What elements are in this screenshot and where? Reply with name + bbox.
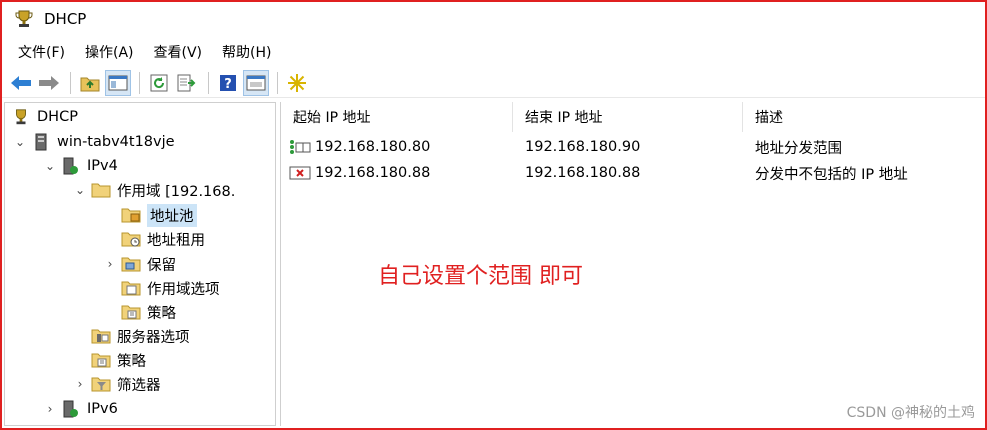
tree-item-label: 作用域选项	[147, 281, 220, 298]
tree-item-label: 筛选器	[117, 377, 161, 394]
tree-item-dhcp[interactable]: DHCP	[7, 105, 78, 129]
tree-item-address-leases[interactable]: 地址租用	[103, 227, 205, 251]
help-icon[interactable]: ?	[215, 70, 241, 96]
chevron-right-icon[interactable]: ›	[103, 257, 117, 271]
tree-item-label: 保留	[147, 257, 176, 274]
end-ip-text: 192.168.180.90	[525, 139, 641, 155]
column-header-description[interactable]: 描述	[743, 102, 984, 132]
tree-item-reservations[interactable]: › 保留	[103, 252, 176, 276]
description-text: 地址分发范围	[755, 140, 842, 157]
tree-item-label: DHCP	[37, 109, 78, 125]
tree-item-address-pool[interactable]: 地址池	[103, 203, 197, 227]
cell-start-ip: 192.168.180.88	[281, 160, 513, 186]
address-pool-icon	[121, 205, 141, 225]
toolbar-separator	[208, 71, 209, 94]
cell-start-ip: 192.168.180.80	[281, 134, 513, 160]
red-annotation-text: 自己设置个范围 即可	[378, 264, 583, 289]
column-header-start-ip[interactable]: 起始 IP 地址	[281, 102, 513, 132]
new-item-star-icon[interactable]	[284, 70, 310, 96]
chevron-down-icon[interactable]: ⌄	[73, 183, 87, 197]
scope-options-icon	[121, 278, 141, 298]
chevron-down-icon[interactable]: ⌄	[13, 135, 27, 149]
chevron-right-icon[interactable]: ›	[43, 402, 57, 416]
tree-item-scope-policies[interactable]: 策略	[103, 300, 176, 324]
tree-item-filters[interactable]: › 筛选器	[73, 372, 161, 396]
svg-text:?: ?	[224, 77, 232, 92]
tree-item-label: win-tabv4t18vje	[57, 134, 175, 150]
ipv4-icon	[61, 156, 81, 176]
toolbar-separator	[139, 71, 140, 94]
watermark: CSDN @神秘的土鸡	[846, 405, 975, 421]
list-item[interactable]: 192.168.180.88 192.168.180.88 分发中不包括的 IP…	[281, 160, 984, 186]
tree-item-label: 地址租用	[147, 232, 205, 249]
policy-icon	[91, 350, 111, 370]
toolbar-separator	[70, 71, 71, 94]
tree-item-ipv6[interactable]: › IPv6	[43, 397, 118, 421]
range-icon	[289, 139, 311, 155]
server-icon	[31, 132, 51, 152]
filter-icon	[91, 374, 111, 394]
tree-item-label: IPv6	[87, 401, 118, 417]
show-hide-tree-icon[interactable]	[105, 69, 131, 96]
refresh-icon[interactable]	[146, 70, 172, 96]
start-ip-text: 192.168.180.80	[315, 139, 431, 155]
tree-item-label: 策略	[117, 353, 146, 370]
start-ip-text: 192.168.180.88	[315, 165, 431, 181]
end-ip-text: 192.168.180.88	[525, 165, 641, 181]
tree-item-label: 作用域 [192.168.	[117, 183, 236, 200]
tree-item-policies[interactable]: 策略	[73, 348, 146, 372]
ipv6-icon	[61, 399, 81, 419]
dhcp-trophy-icon	[14, 9, 34, 29]
tree-item-label: IPv4	[87, 158, 118, 174]
tree-item-scope-options[interactable]: 作用域选项	[103, 276, 220, 300]
menu-help[interactable]: 帮助(H)	[212, 39, 281, 65]
lease-icon	[121, 229, 141, 249]
tree-item-scope[interactable]: ⌄ 作用域 [192.168.	[73, 178, 235, 202]
server-options-icon	[91, 326, 111, 346]
folder-icon	[91, 180, 111, 200]
menu-bar: 文件(F) 操作(A) 查看(V) 帮助(H)	[2, 38, 985, 66]
toolbar: ?	[2, 68, 985, 98]
column-header-end-ip[interactable]: 结束 IP 地址	[513, 102, 743, 132]
menu-action[interactable]: 操作(A)	[75, 39, 144, 65]
chevron-down-icon[interactable]: ⌄	[43, 159, 57, 173]
tree-item-label: 地址池	[147, 203, 197, 227]
forward-icon[interactable]	[36, 70, 62, 96]
menu-view[interactable]: 查看(V)	[144, 39, 213, 65]
list-item[interactable]: 192.168.180.80 192.168.180.90 地址分发范围	[281, 134, 984, 160]
title-bar: DHCP	[2, 2, 985, 36]
up-folder-icon[interactable]	[77, 70, 103, 96]
window-title: DHCP	[44, 10, 87, 28]
console-tree: DHCP ⌄ win-tabv4t18vje ⌄ IPv4 ⌄ 作用域 [192…	[4, 102, 276, 426]
policy-icon	[121, 302, 141, 322]
description-text: 分发中不包括的 IP 地址	[755, 166, 908, 183]
tree-item-ipv4[interactable]: ⌄ IPv4	[43, 154, 118, 178]
tree-item-server[interactable]: ⌄ win-tabv4t18vje	[13, 130, 175, 154]
tree-item-server-options[interactable]: 服务器选项	[73, 324, 190, 348]
export-list-icon[interactable]	[174, 70, 200, 96]
tree-item-label: 策略	[147, 305, 176, 322]
dhcp-trophy-icon	[11, 107, 31, 127]
list-header: 起始 IP 地址 结束 IP 地址 描述	[281, 102, 984, 132]
chevron-right-icon[interactable]: ›	[73, 377, 87, 391]
tree-item-label: 服务器选项	[117, 329, 190, 346]
exclusion-icon	[289, 165, 311, 181]
properties-icon[interactable]	[243, 69, 269, 96]
reservation-icon	[121, 254, 141, 274]
back-icon[interactable]	[8, 70, 34, 96]
menu-file[interactable]: 文件(F)	[8, 39, 75, 65]
toolbar-separator	[277, 71, 278, 94]
